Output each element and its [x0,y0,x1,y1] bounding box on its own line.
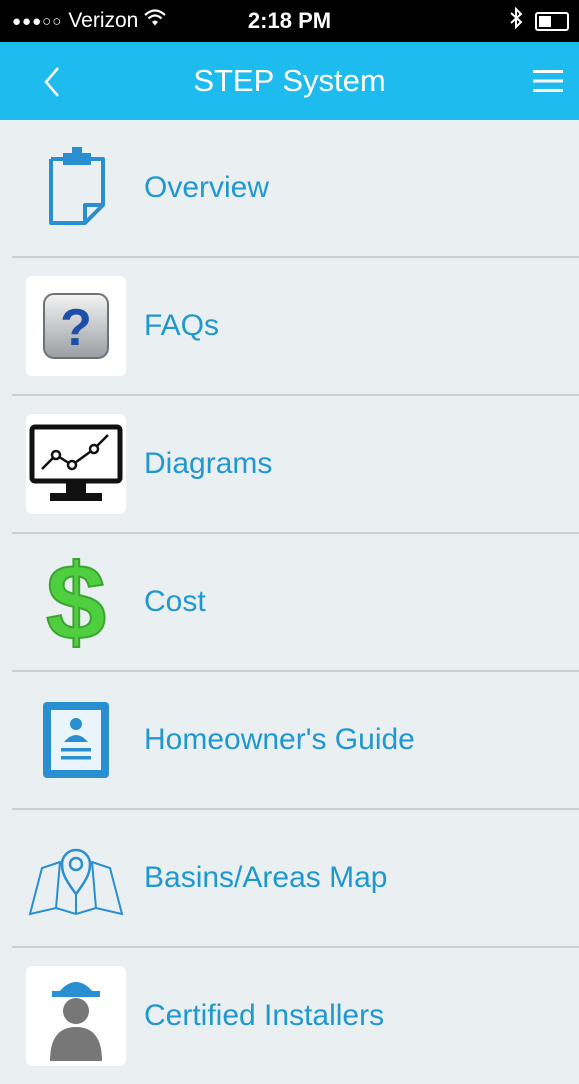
menu-button[interactable] [531,67,565,95]
nav-bar: STEP System [0,42,579,120]
menu-item-cost[interactable]: $ Cost [12,532,579,670]
back-button[interactable] [40,62,70,102]
menu-item-label: Cost [144,585,206,618]
bluetooth-icon [509,6,523,35]
status-right [509,6,569,35]
menu-item-diagrams[interactable]: Diagrams [12,394,579,532]
menu-item-label: Certified Installers [144,999,385,1032]
menu-item-label: FAQs [144,309,220,342]
menu-item-certified-installers[interactable]: Certified Installers [12,946,579,1084]
wifi-icon [144,9,167,33]
page-title: STEP System [193,63,386,98]
menu-item-overview[interactable]: Overview [12,120,579,256]
map-pin-icon [26,828,126,928]
guide-card-icon [26,690,126,790]
menu-item-homeowners-guide[interactable]: Homeowner's Guide [12,670,579,808]
status-bar: ●●●○○ Verizon 2:18 PM [0,0,579,42]
chevron-left-icon [44,67,59,97]
signal-icon: ●●●○○ [12,12,63,30]
menu-item-faqs[interactable]: ? FAQs [12,256,579,394]
menu-item-basins-areas-map[interactable]: Basins/Areas Map [12,808,579,946]
installer-hardhat-icon [26,966,126,1066]
carrier-name: Verizon [68,9,139,32]
svg-text:?: ? [60,299,92,357]
clipboard-icon [26,138,126,238]
svg-text:$: $ [46,547,106,657]
question-icon: ? [26,276,126,376]
monitor-chart-icon [26,414,126,514]
menu-item-label: Homeowner's Guide [144,723,415,756]
hamburger-icon [533,70,563,92]
menu-item-label: Diagrams [144,447,273,480]
carrier-group: ●●●○○ Verizon [12,9,167,33]
menu-item-label: Overview [144,171,270,204]
status-time: 2:18 PM [247,8,332,33]
dollar-icon: $ [26,547,126,657]
menu-item-label: Basins/Areas Map [144,861,388,894]
battery-icon [535,11,569,31]
menu-list: Overview ? FAQs Diagrams $ Cost Homeowne… [12,120,579,1084]
